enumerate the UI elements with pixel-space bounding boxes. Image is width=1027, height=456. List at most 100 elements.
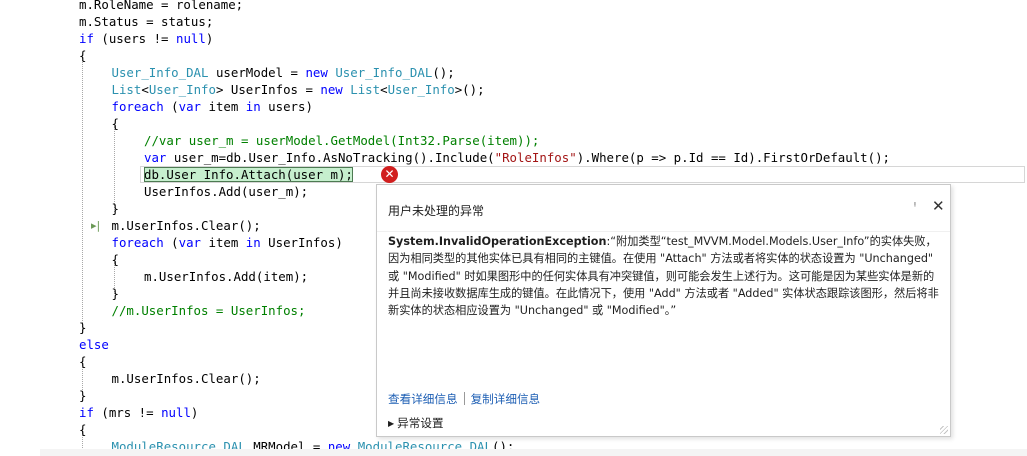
code-token: if <box>79 405 94 420</box>
code-token: ) <box>205 31 214 46</box>
code-token: UserInfos) <box>260 235 343 250</box>
code-token: >(); <box>454 82 485 97</box>
code-token: } <box>79 320 87 335</box>
code-line[interactable]: } <box>112 285 119 302</box>
code-token: User_Info <box>148 82 216 97</box>
editor-bottom-strip <box>40 449 1027 456</box>
code-token: userModel = <box>208 65 306 80</box>
code-token: item <box>201 99 246 114</box>
exception-settings-toggle[interactable]: ▶ 异常设置 <box>388 415 444 431</box>
resize-grip-icon[interactable] <box>940 426 948 434</box>
pin-icon[interactable]: ᵎ <box>914 199 916 213</box>
code-token: m.UserInfos.Add(item); <box>144 269 309 284</box>
exception-divider <box>377 231 950 232</box>
exception-type: System.InvalidOperationException <box>388 235 607 248</box>
code-token: { <box>111 116 119 131</box>
code-line[interactable]: m.UserInfos.Add(item); <box>144 268 308 285</box>
code-token: //m.UserInfos = UserInfos; <box>111 303 306 318</box>
code-token: in <box>245 235 261 250</box>
code-line[interactable]: { <box>112 251 119 268</box>
code-token: } <box>111 286 119 301</box>
code-line[interactable]: if (users != null) <box>79 30 213 47</box>
code-token: ) <box>190 405 199 420</box>
code-token: in <box>245 99 261 114</box>
code-line[interactable]: User_Info_DAL userModel = new User_Info_… <box>112 64 455 81</box>
code-line[interactable]: m.Status = status; <box>79 13 213 30</box>
code-token: List <box>111 82 142 97</box>
code-token: m.UserInfos.Clear(); <box>111 371 261 386</box>
code-token: m.UserInfos.Clear(); <box>111 218 261 233</box>
code-line[interactable]: UserInfos.Add(user_m); <box>144 183 308 200</box>
copy-details-link[interactable]: 复制详细信息 <box>471 392 541 406</box>
code-token: var <box>178 99 202 114</box>
code-token: foreach <box>111 235 164 250</box>
code-line[interactable]: else <box>79 336 109 353</box>
code-line[interactable]: { <box>79 47 86 64</box>
error-icon[interactable]: ✕ <box>381 166 398 183</box>
code-token: //var user_m = userModel.GetModel(Int32.… <box>144 133 540 148</box>
code-token: new <box>305 65 328 80</box>
code-token: m.RoleName = rolename; <box>79 0 244 12</box>
code-token: List <box>350 82 381 97</box>
code-editor[interactable]: m.RoleName = rolename; m.Status = status;… <box>0 0 1027 456</box>
expand-triangle-icon: ▶ <box>388 419 395 428</box>
code-token: ( <box>163 235 179 250</box>
code-token: user_m=db.User_Info.AsNoTracking().Inclu… <box>166 150 495 165</box>
code-line[interactable]: foreach (var item in users) <box>112 98 313 115</box>
code-token: ).Where(p => p.Id == Id).FirstOrDefault(… <box>576 150 890 165</box>
view-details-link[interactable]: 查看详细信息 <box>388 392 458 406</box>
code-token: { <box>79 354 87 369</box>
code-token: null <box>175 31 206 46</box>
code-token: var <box>144 150 167 165</box>
code-token: (users != <box>93 31 176 46</box>
code-token: item <box>201 235 246 250</box>
code-line[interactable]: } <box>79 387 86 404</box>
code-line[interactable]: //var user_m = userModel.GetModel(Int32.… <box>144 132 539 149</box>
code-token: > UserInfos = <box>215 82 321 97</box>
code-token: User_Info_DAL <box>335 65 433 80</box>
code-token: (mrs != <box>93 405 162 420</box>
code-token: (); <box>432 65 455 80</box>
code-token: { <box>79 422 87 437</box>
code-token: UserInfos.Add(user_m); <box>144 184 309 199</box>
code-token: new <box>320 82 343 97</box>
code-token: { <box>111 252 119 267</box>
exception-helper: 用户未处理的异常 ᵎ ✕ System.InvalidOperationExce… <box>376 184 951 437</box>
code-line[interactable]: { <box>79 421 86 438</box>
exception-message: System.InvalidOperationException:“附加类型“t… <box>388 233 944 319</box>
code-line[interactable]: List<User_Info> UserInfos = new List<Use… <box>112 81 485 98</box>
code-line[interactable]: m.RoleName = rolename; <box>79 0 243 13</box>
code-line[interactable]: m.UserInfos.Clear(); <box>112 370 261 387</box>
code-token: } <box>111 201 119 216</box>
exception-settings-label: 异常设置 <box>397 416 444 430</box>
code-line[interactable]: } <box>112 200 119 217</box>
code-token: User_Info <box>387 82 455 97</box>
code-token: < <box>141 82 149 97</box>
code-token: "RoleInfos" <box>494 150 577 165</box>
close-icon[interactable]: ✕ <box>932 198 945 214</box>
current-statement: db.User_Info.Attach(user_m); <box>144 167 353 182</box>
code-line[interactable]: m.UserInfos.Clear(); <box>112 217 261 234</box>
code-token: else <box>79 337 109 352</box>
code-token: users) <box>260 99 313 114</box>
code-token: null <box>161 405 191 420</box>
exception-links: 查看详细信息 复制详细信息 <box>388 391 540 407</box>
code-line[interactable]: db.User_Info.Attach(user_m); <box>144 166 353 183</box>
code-line[interactable]: //m.UserInfos = UserInfos; <box>112 302 306 319</box>
code-token: var <box>178 235 202 250</box>
exception-title: 用户未处理的异常 <box>388 204 485 218</box>
code-token: User_Info_DAL <box>111 65 209 80</box>
code-token: } <box>79 388 87 403</box>
editor-margin <box>0 0 40 456</box>
code-line[interactable]: if (mrs != null) <box>79 404 198 421</box>
code-token: < <box>380 82 388 97</box>
exception-header: 用户未处理的异常 ᵎ ✕ <box>377 185 950 231</box>
code-line[interactable]: { <box>112 115 119 132</box>
code-line[interactable]: var user_m=db.User_Info.AsNoTracking().I… <box>144 149 890 166</box>
indent-guide <box>82 58 83 331</box>
next-statement-icon[interactable]: ▸| <box>91 217 107 234</box>
code-line[interactable]: foreach (var item in UserInfos) <box>112 234 343 251</box>
code-token: if <box>79 31 94 46</box>
code-line[interactable]: { <box>79 353 86 370</box>
code-line[interactable]: } <box>79 319 86 336</box>
